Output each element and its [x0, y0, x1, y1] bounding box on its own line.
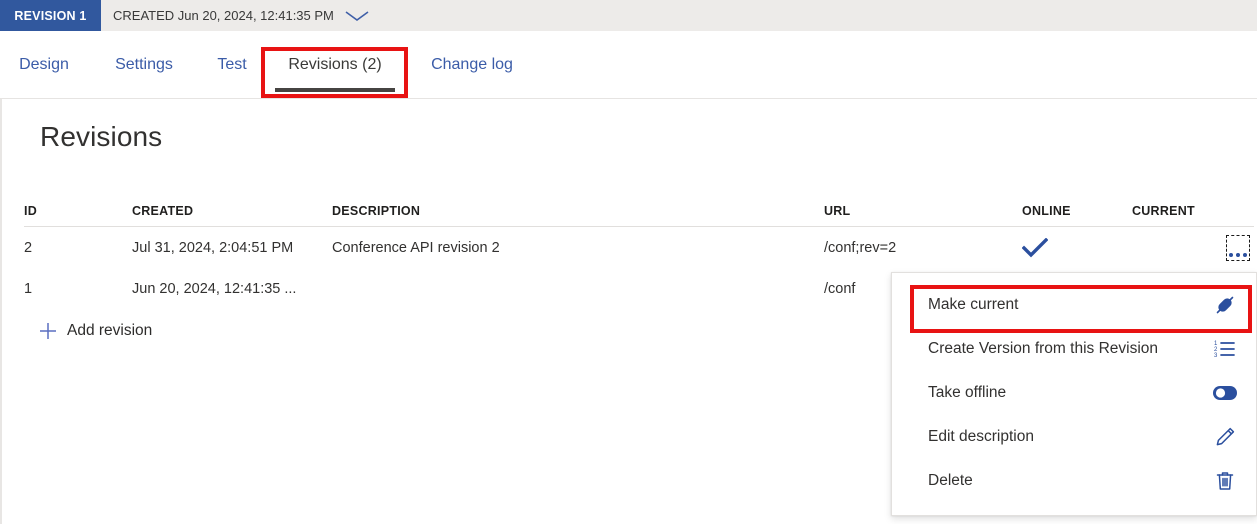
- tab-test[interactable]: Test: [206, 31, 258, 99]
- menu-item-label: Create Version from this Revision: [928, 340, 1158, 358]
- tab-settings[interactable]: Settings: [100, 31, 188, 99]
- revision-created-label: CREATED Jun 20, 2024, 12:41:35 PM: [113, 8, 334, 23]
- column-header-online: ONLINE: [1022, 195, 1122, 226]
- tab-strip: Design Settings Test Revisions (2) Chang…: [0, 31, 1257, 99]
- cell-description: Conference API revision 2: [332, 227, 812, 268]
- menu-item-label: Make current: [928, 296, 1018, 314]
- column-header-id: ID: [24, 195, 124, 226]
- cell-id: 1: [24, 268, 124, 309]
- chevron-down-icon[interactable]: [344, 9, 370, 23]
- ellipsis-icon: [1229, 253, 1247, 258]
- column-header-current: CURRENT: [1132, 195, 1232, 226]
- column-header-description: DESCRIPTION: [332, 195, 812, 226]
- checkmark-icon: [1022, 238, 1048, 258]
- column-header-created: CREATED: [132, 195, 322, 226]
- cell-current: [1132, 227, 1232, 268]
- cell-online: [1022, 227, 1122, 268]
- tab-label: Change log: [431, 56, 513, 74]
- tab-label: Test: [217, 56, 246, 74]
- cell-actions: [1222, 227, 1254, 268]
- column-header-url: URL: [824, 195, 1014, 226]
- cell-id: 2: [24, 227, 124, 268]
- table-header-row: ID CREATED DESCRIPTION URL ONLINE CURREN…: [24, 195, 1254, 227]
- tab-change-log[interactable]: Change log: [417, 31, 527, 99]
- numbered-list-icon: 123: [1212, 339, 1238, 359]
- menu-item-label: Edit description: [928, 428, 1034, 446]
- svg-text:3: 3: [1214, 353, 1218, 359]
- tab-label: Settings: [115, 56, 173, 74]
- cell-url: /conf;rev=2: [824, 227, 1014, 268]
- trash-icon: [1212, 470, 1238, 492]
- tab-design[interactable]: Design: [8, 31, 80, 99]
- row-more-button[interactable]: [1226, 235, 1250, 261]
- menu-item-label: Take offline: [928, 384, 1006, 402]
- menu-item-label: Delete: [928, 472, 973, 490]
- menu-item-make-current[interactable]: Make current: [892, 283, 1256, 327]
- pencil-icon: [1212, 426, 1238, 448]
- add-revision-label: Add revision: [67, 322, 152, 340]
- revision-bar: REVISION 1 CREATED Jun 20, 2024, 12:41:3…: [0, 0, 1257, 31]
- revision-badge: REVISION 1: [0, 0, 101, 31]
- tab-revisions[interactable]: Revisions (2): [267, 31, 403, 99]
- menu-item-create-version[interactable]: Create Version from this Revision 123: [892, 327, 1256, 371]
- plug-icon: [1212, 294, 1238, 316]
- toggle-icon: [1212, 385, 1238, 401]
- menu-item-delete[interactable]: Delete: [892, 459, 1256, 503]
- cell-created: Jun 20, 2024, 12:41:35 ...: [132, 268, 322, 309]
- menu-item-take-offline[interactable]: Take offline: [892, 371, 1256, 415]
- table-row[interactable]: 2 Jul 31, 2024, 2:04:51 PM Conference AP…: [24, 227, 1254, 268]
- cell-description: [332, 268, 812, 309]
- menu-item-edit-description[interactable]: Edit description: [892, 415, 1256, 459]
- cell-created: Jul 31, 2024, 2:04:51 PM: [132, 227, 322, 268]
- row-context-menu: Make current Create Version from this Re…: [891, 272, 1257, 516]
- add-revision-button[interactable]: Add revision: [38, 321, 152, 341]
- plus-icon: [38, 321, 58, 341]
- tab-label: Design: [19, 56, 69, 74]
- page-title: Revisions: [40, 121, 162, 153]
- tab-underline: [275, 88, 395, 92]
- tab-label: Revisions (2): [288, 56, 381, 74]
